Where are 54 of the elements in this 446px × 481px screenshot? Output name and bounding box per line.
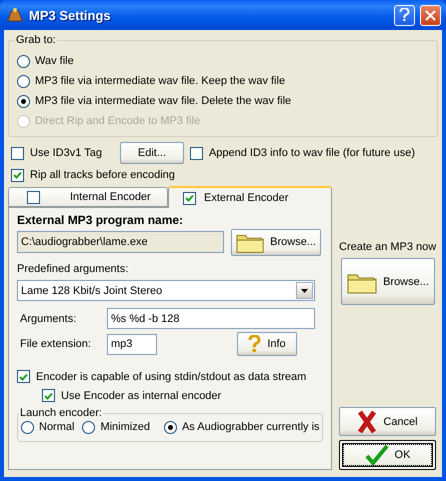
- help-button[interactable]: [394, 4, 415, 26]
- radio-button[interactable]: [17, 94, 30, 108]
- app-icon: [6, 7, 24, 23]
- browse-button[interactable]: Browse...: [341, 258, 435, 305]
- tab-label: External Encoder: [204, 192, 288, 204]
- browse-button[interactable]: Browse...: [231, 228, 321, 256]
- ok-button[interactable]: OK: [339, 440, 436, 470]
- info-button[interactable]: Info: [237, 332, 297, 356]
- cancel-button[interactable]: Cancel: [339, 407, 436, 436]
- question-mark-icon: [399, 8, 410, 22]
- checkbox-label: Use ID3v1 Tag: [30, 147, 102, 159]
- tab[interactable]: External Encoder: [168, 186, 332, 208]
- radio-label: As Audiograbber currently is: [182, 421, 320, 433]
- radio-label: Minimized: [100, 421, 150, 433]
- checkbox[interactable]: [11, 168, 24, 182]
- radio-label: Direct Rip and Encode to MP3 file: [35, 115, 200, 127]
- checkbox[interactable]: [11, 146, 24, 160]
- radio-label: MP3 file via intermediate wav file. Keep the wav file: [35, 75, 286, 87]
- checkbox-label: Encoder is capable of using stdin/stdout as data stream: [36, 370, 306, 382]
- radio-button[interactable]: [164, 420, 177, 434]
- checkbox-label: Rip all tracks before encoding: [30, 169, 175, 181]
- field-label: Predefined arguments:: [17, 263, 128, 275]
- create-mp3-label: Create an MP3 now: [339, 241, 438, 253]
- question-mark-icon: [248, 335, 262, 353]
- close-icon: [425, 10, 436, 20]
- extension-field[interactable]: mp3: [107, 334, 157, 354]
- arguments-dropdown[interactable]: Lame 128 Kbit/s Joint Stereo: [17, 280, 315, 301]
- close-button[interactable]: [420, 4, 441, 26]
- radio-label: Normal: [39, 421, 74, 433]
- checkbox[interactable]: [42, 389, 55, 402]
- checkbox-label: Append ID3 info to wav file (for future use): [208, 147, 416, 159]
- field-label: Arguments:: [20, 312, 78, 324]
- checkbox[interactable]: [27, 190, 40, 204]
- checkbox[interactable]: [183, 192, 196, 204]
- tab-label: Internal Encoder: [70, 191, 151, 203]
- section-label: External MP3 program name:: [17, 213, 184, 227]
- edit-button[interactable]: Edit...: [120, 142, 184, 164]
- tab[interactable]: Internal Encoder: [8, 187, 168, 207]
- radio-button[interactable]: [17, 54, 30, 68]
- radio-button[interactable]: [17, 74, 30, 88]
- arguments-field[interactable]: %s %d -b 128: [107, 308, 315, 329]
- checkmark-icon: [364, 444, 389, 466]
- group-label: Grab to:: [15, 34, 57, 46]
- radio-button[interactable]: [82, 420, 96, 434]
- field-label: File extension:: [20, 338, 92, 350]
- radio-label: MP3 file via intermediate wav file. Delete the wav file: [35, 95, 292, 107]
- checkbox[interactable]: [17, 370, 30, 383]
- checkbox-label: Use Encoder as internal encoder: [61, 390, 222, 402]
- window-title: MP3 Settings: [29, 8, 112, 22]
- radio-label: Wav file: [35, 55, 74, 67]
- checkbox[interactable]: [190, 146, 203, 160]
- group-label: Launch encoder:: [19, 407, 103, 419]
- x-icon: [357, 410, 378, 434]
- radio-button[interactable]: [21, 420, 34, 434]
